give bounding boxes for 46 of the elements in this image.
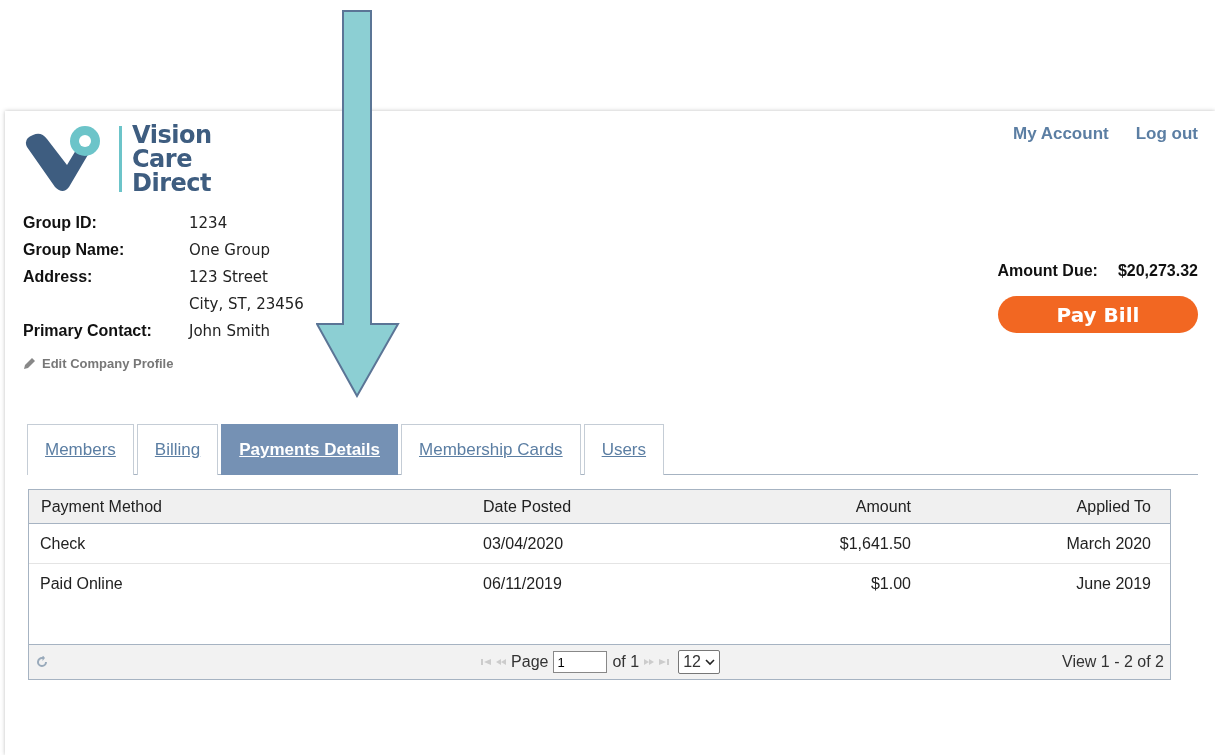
- column-header: Applied To: [1075, 497, 1152, 516]
- tab[interactable]: Users: [583, 424, 665, 475]
- info-value: 123 Street: [189, 267, 269, 287]
- column-header: Date Posted: [483, 497, 573, 516]
- logo-icon: [23, 125, 103, 193]
- page-number-field[interactable]: 1: [553, 651, 608, 673]
- page-count: of 1: [612, 653, 640, 671]
- header-link[interactable]: Log out: [1135, 124, 1198, 144]
- amount-due-value: $20,273.32: [1117, 262, 1198, 280]
- brand-name: Vision Care Direct: [132, 123, 212, 195]
- table-cell-text: June 2019: [1075, 574, 1152, 593]
- column-header: Amount: [854, 497, 912, 516]
- edit-profile-link[interactable]: Edit Company Profile: [23, 356, 304, 371]
- last-page-icon[interactable]: [659, 658, 670, 666]
- refresh-icon[interactable]: [37, 656, 48, 668]
- table-cell-text: Check: [39, 534, 87, 553]
- info-value: City, ST, 23456: [189, 294, 304, 314]
- info-label: Group Name:: [23, 240, 126, 260]
- info-label: Address:: [23, 267, 94, 287]
- header-link[interactable]: My Account: [1012, 124, 1109, 144]
- tab[interactable]: Members: [27, 424, 134, 475]
- table-cell-text: March 2020: [1065, 534, 1152, 553]
- info-value: John Smith: [189, 321, 272, 341]
- page-size-select[interactable]: 12: [678, 650, 720, 674]
- info-label: Primary Contact:: [23, 321, 153, 341]
- page-label: Page: [511, 653, 549, 671]
- tab[interactable]: Billing: [136, 424, 219, 475]
- info-value: One Group: [189, 240, 271, 260]
- table-cell-text: Paid Online: [39, 574, 124, 593]
- table-cell-text: 06/11/2019: [483, 574, 563, 593]
- info-value: 1234: [189, 213, 229, 233]
- tab[interactable]: Payments Details: [221, 424, 398, 475]
- amount-due-label: Amount Due:: [997, 262, 1098, 280]
- column-header: Payment Method: [40, 497, 163, 516]
- table-cell-text: 03/04/2020: [483, 534, 565, 553]
- first-page-icon[interactable]: [481, 658, 492, 666]
- chevron-down-icon: [704, 658, 715, 666]
- tab[interactable]: Membership Cards: [401, 424, 581, 475]
- table-cell-text: $1,641.50: [838, 534, 912, 553]
- pencil-icon: [23, 357, 36, 370]
- info-label: Group ID:: [23, 213, 98, 233]
- pay-bill-button[interactable]: Pay Bill: [998, 296, 1198, 333]
- table-cell-text: $1.00: [869, 574, 912, 593]
- view-range-text: View 1 - 2 of 2: [1062, 653, 1164, 671]
- next-page-icon[interactable]: [644, 658, 655, 666]
- previous-page-icon[interactable]: [496, 658, 507, 666]
